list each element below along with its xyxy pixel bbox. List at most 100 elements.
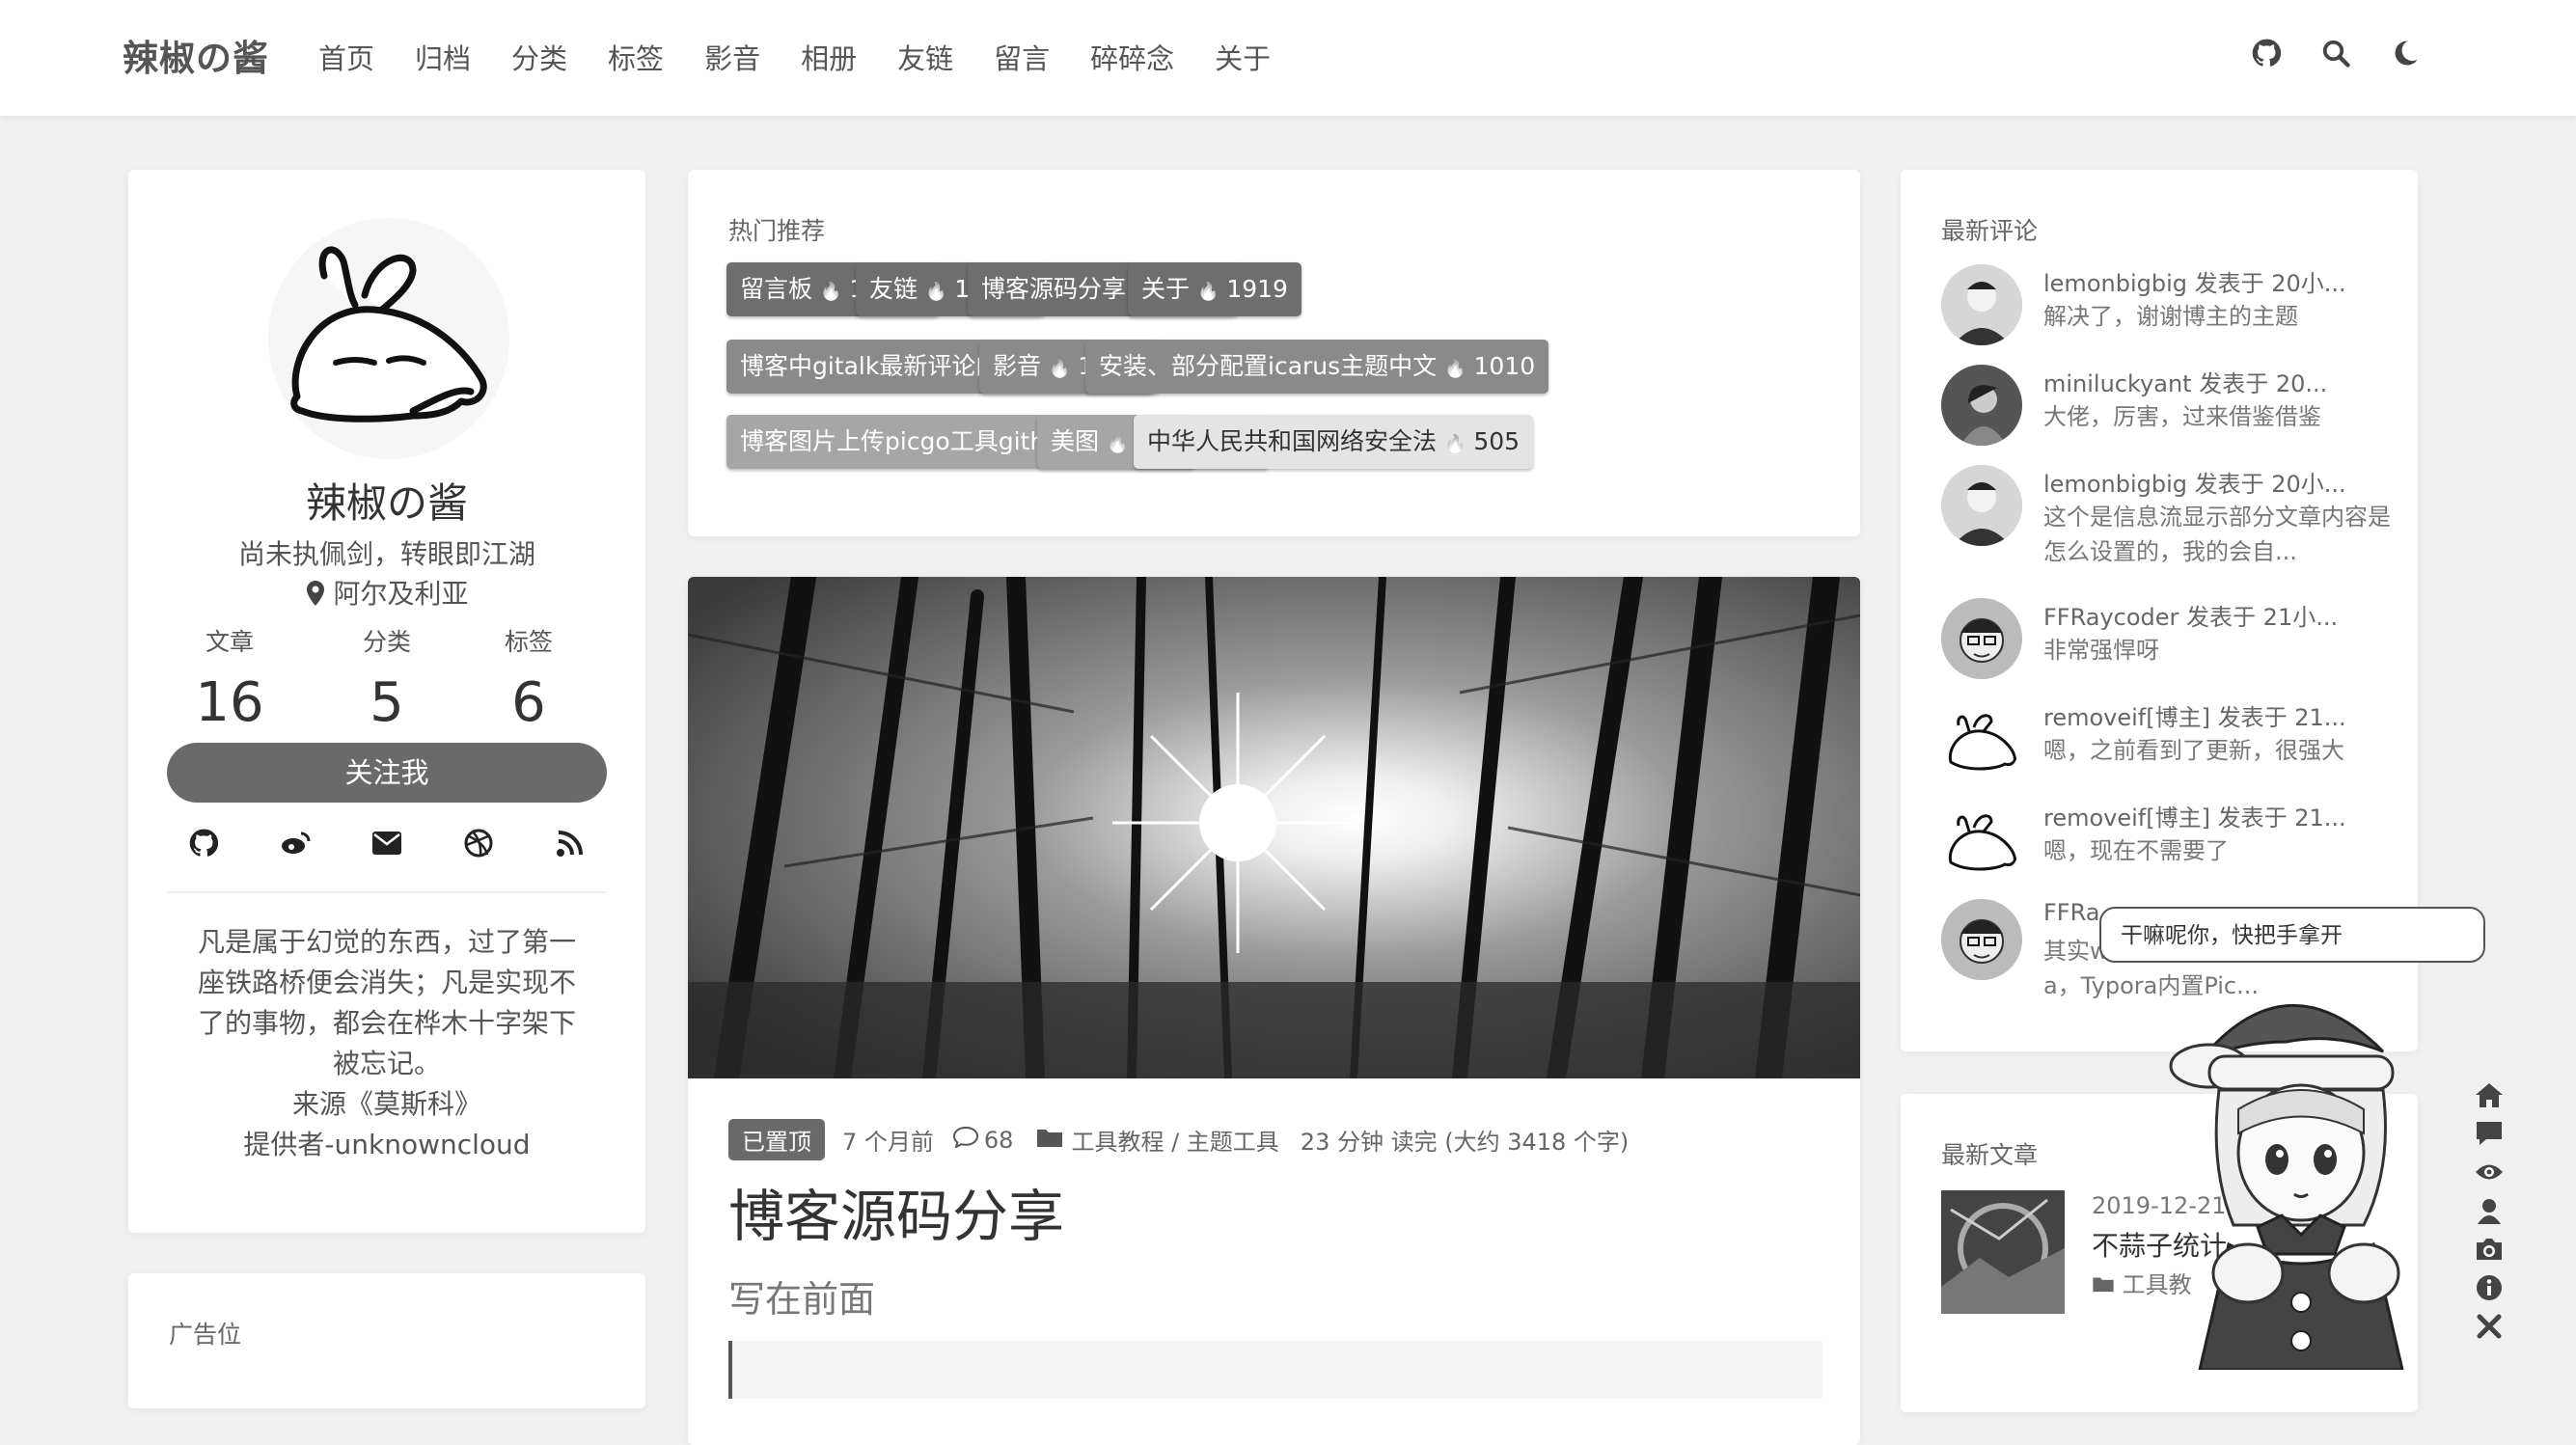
stat-label: 标签: [504, 628, 553, 656]
recent-post-thumbnail[interactable]: [1941, 1190, 2065, 1314]
folder-icon: [1036, 1127, 1063, 1154]
fire-icon: 🔥: [1106, 434, 1129, 454]
post-time: 7 个月前: [842, 1129, 934, 1156]
comment-icon[interactable]: [2470, 1119, 2508, 1148]
weibo-icon[interactable]: [278, 826, 313, 860]
follow-button[interactable]: 关注我: [167, 743, 607, 803]
comment-author: FFRaycoder 发表于 21小...: [2043, 604, 2339, 631]
live2d-mascot[interactable]: [2142, 974, 2451, 1372]
stat-label: 文章: [205, 628, 254, 656]
mail-icon[interactable]: [370, 826, 404, 860]
camera-icon[interactable]: [2470, 1235, 2508, 1264]
avatar: [1941, 899, 2022, 980]
comment-author: removeif[博主] 发表于 21...: [2043, 704, 2346, 731]
avatar: [1941, 598, 2022, 679]
dribbble-icon[interactable]: [461, 826, 496, 860]
github-icon[interactable]: [2250, 37, 2283, 69]
recent-title: 最新文章: [1941, 1141, 2039, 1169]
post-title[interactable]: 博客源码分享: [728, 1171, 1064, 1252]
post-category[interactable]: 工具教程 / 主题工具: [1071, 1123, 1278, 1157]
hot-tag-label: 安装、部分配置icarus主题中文: [1099, 352, 1445, 380]
search-icon[interactable]: [2319, 37, 2352, 69]
comment-item[interactable]: FFRaycoder 发表于 21小... 非常强悍呀: [1941, 598, 2395, 685]
fire-icon: 🔥: [924, 282, 947, 302]
avatar: [1941, 264, 2022, 345]
hot-tag-label: 中华人民共和国网络安全法: [1147, 427, 1444, 455]
ad-title: 广告位: [169, 1321, 242, 1349]
nav-item-home[interactable]: 首页: [318, 37, 374, 77]
profile-location: 阿尔及利亚: [128, 573, 645, 612]
quote-line: 座铁路桥便会消失；凡是实现不: [197, 967, 576, 998]
comment-icon: [952, 1126, 978, 1154]
stat-categories[interactable]: 分类 5: [315, 623, 459, 734]
mascot-speech-bubble: 干嘛呢你，快把手拿开: [2099, 907, 2485, 963]
stat-label: 分类: [362, 628, 411, 656]
home-icon[interactable]: [2470, 1080, 2508, 1109]
stat-posts[interactable]: 文章 16: [157, 623, 302, 734]
quote-provider: 提供者-unknowncloud: [243, 1129, 531, 1160]
hot-tag-count: 505: [1466, 427, 1521, 455]
hot-tag-label: 关于: [1141, 275, 1197, 303]
nav-item-media[interactable]: 影音: [704, 37, 760, 77]
moon-icon[interactable]: [2389, 37, 2422, 69]
hot-tag[interactable]: 安装、部分配置icarus主题中文 🔥 1010: [1085, 340, 1549, 394]
nav-menu: 首页 归档 分类 标签 影音 相册 友链 留言 碎碎念 关于: [318, 37, 1311, 77]
comment-text: 这个是信息流显示部分文章内容是怎么设置的，我的会自...: [2043, 504, 2391, 565]
rss-icon[interactable]: [553, 826, 588, 860]
profile-name: 辣椒の酱: [305, 479, 468, 527]
eye-icon[interactable]: [2470, 1158, 2508, 1186]
hot-tag-count: 1010: [1466, 352, 1536, 380]
post-section-heading: 写在前面: [728, 1278, 876, 1321]
avatar: [1941, 698, 2022, 779]
avatar: [1941, 365, 2022, 446]
comment-text: 嗯，现在不需要了: [2043, 837, 2229, 864]
avatar: [268, 218, 509, 459]
nav-item-archive[interactable]: 归档: [415, 37, 471, 77]
profile-bio: 尚未执佩剑，转眼即江湖: [237, 538, 535, 570]
nav-icons: [2250, 37, 2422, 69]
post-blockquote: [728, 1341, 1822, 1399]
nav-item-friends[interactable]: 友链: [897, 37, 953, 77]
comment-item[interactable]: lemonbigbig 发表于 20小... 这个是信息流显示部分文章内容是怎么…: [1941, 465, 2395, 590]
hot-tag-label: 友链: [869, 275, 925, 303]
fire-icon: 🔥: [1444, 359, 1466, 379]
fire-icon: 🔥: [819, 282, 842, 302]
nav-item-murmurs[interactable]: 碎碎念: [1090, 37, 1174, 77]
info-icon[interactable]: [2470, 1273, 2508, 1302]
post-card: 已置顶 7 个月前 68 工具教程 / 主题工具 23 分钟 读完 (大约 34…: [688, 577, 1860, 1445]
stat-tags[interactable]: 标签 6: [456, 623, 601, 734]
nav-item-categories[interactable]: 分类: [511, 37, 567, 77]
quote-line: 了的事物，都会在桦木十字架下: [197, 1007, 576, 1039]
nav-item-guestbook[interactable]: 留言: [994, 37, 1050, 77]
hot-tag[interactable]: 中华人民共和国网络安全法 🔥 505: [1134, 415, 1534, 469]
nav-item-album[interactable]: 相册: [801, 37, 857, 77]
brand-logo[interactable]: 辣椒の酱: [123, 29, 269, 81]
quote-source: 来源《莫斯科》: [291, 1088, 481, 1120]
hot-title: 热门推荐: [728, 217, 826, 245]
nav-item-tags[interactable]: 标签: [608, 37, 664, 77]
profile-card: 辣椒の酱 尚未执佩剑，转眼即江湖 阿尔及利亚 文章 16 分类 5 标签 6 关…: [128, 170, 645, 1233]
close-icon[interactable]: [2470, 1312, 2508, 1341]
quote-line: 凡是属于幻觉的东西，过了第一: [197, 926, 576, 958]
comment-item[interactable]: removeif[博主] 发表于 21... 嗯，现在不需要了: [1941, 799, 2395, 886]
pinned-badge: 已置顶: [728, 1119, 825, 1160]
comment-author: removeif[博主] 发表于 21...: [2043, 804, 2346, 832]
comment-text: 嗯，之前看到了更新，很强大: [2043, 737, 2344, 764]
location-text: 阿尔及利亚: [333, 578, 469, 610]
comment-item[interactable]: miniluckyant 发表于 20... 大佬，厉害，过来借鉴借鉴: [1941, 365, 2395, 451]
nav-item-about[interactable]: 关于: [1215, 37, 1271, 77]
github-icon[interactable]: [186, 826, 221, 860]
post-meta: 已置顶 7 个月前 68 工具教程 / 主题工具 23 分钟 读完 (大约 34…: [728, 1119, 1629, 1160]
comment-item[interactable]: removeif[博主] 发表于 21... 嗯，之前看到了更新，很强大: [1941, 698, 2395, 785]
comment-text: 大佬，厉害，过来借鉴借鉴: [2043, 403, 2321, 430]
comment-item[interactable]: lemonbigbig 发表于 20小... 解决了，谢谢博主的主题: [1941, 264, 2395, 351]
user-icon[interactable]: [2470, 1196, 2508, 1225]
post-cover-image[interactable]: [688, 577, 1860, 1092]
comment-author: lemonbigbig 发表于 20小...: [2043, 270, 2346, 297]
post-comment-count[interactable]: 68: [984, 1127, 1014, 1154]
location-icon: [306, 578, 334, 610]
hot-recommend-card: 热门推荐 留言板 🔥 13332友链 🔥 10807博客源码分享 🔥 6868关…: [688, 170, 1860, 536]
stat-value: 5: [370, 671, 404, 734]
hot-tag[interactable]: 关于 🔥 1919: [1128, 262, 1302, 316]
ad-card: 广告位: [128, 1273, 645, 1408]
